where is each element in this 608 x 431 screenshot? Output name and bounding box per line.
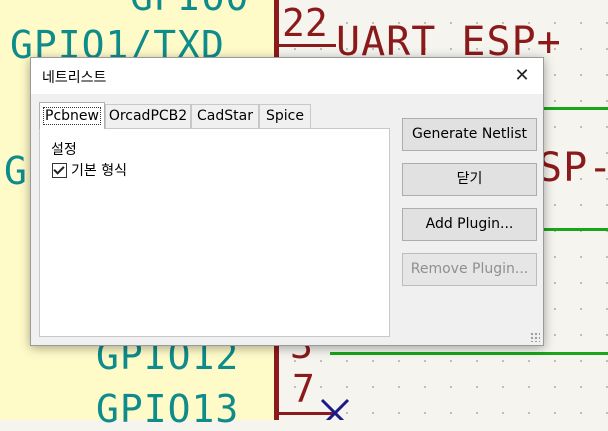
pin-line	[276, 44, 336, 47]
options-section-label: 설정	[51, 142, 77, 158]
pin-label-gpio0: GPIO0	[130, 0, 249, 16]
wire	[540, 107, 608, 110]
generate-netlist-button[interactable]: Generate Netlist	[402, 118, 537, 151]
net-label-sp-minus: SP-	[538, 145, 608, 191]
resize-grip-icon[interactable]	[530, 332, 540, 342]
dialog-title: 네트리스트	[42, 70, 107, 86]
pin-label-gpio13: GPIO13	[96, 387, 240, 431]
pin-label-partial: G	[4, 149, 28, 193]
dialog-titlebar[interactable]: 네트리스트 ✕	[31, 58, 543, 94]
tab-cadstar[interactable]: CadStar	[191, 104, 259, 128]
wire	[330, 352, 608, 355]
no-connect-icon	[320, 398, 350, 420]
pin-number-22: 22	[282, 1, 328, 45]
wire	[540, 228, 608, 231]
tab-panel-pcbnew: 설정 기본 형식	[39, 128, 390, 337]
default-format-checkbox[interactable]	[52, 163, 67, 178]
tab-pcbnew[interactable]: Pcbnew	[39, 102, 105, 129]
close-icon[interactable]: ✕	[501, 58, 543, 94]
remove-plugin-button: Remove Plugin...	[402, 253, 537, 286]
tab-orcadpcb2[interactable]: OrcadPCB2	[105, 104, 191, 128]
net-label-uart-esp: UART_ESP+	[336, 19, 562, 65]
add-plugin-button[interactable]: Add Plugin...	[402, 208, 537, 241]
close-button[interactable]: 닫기	[402, 163, 537, 196]
tab-spice[interactable]: Spice	[259, 104, 311, 128]
pin-number-7: 7	[292, 367, 315, 411]
netlist-dialog: 네트리스트 ✕ Pcbnew OrcadPCB2 CadStar Spice 설…	[30, 57, 544, 346]
default-format-label[interactable]: 기본 형식	[71, 160, 127, 180]
